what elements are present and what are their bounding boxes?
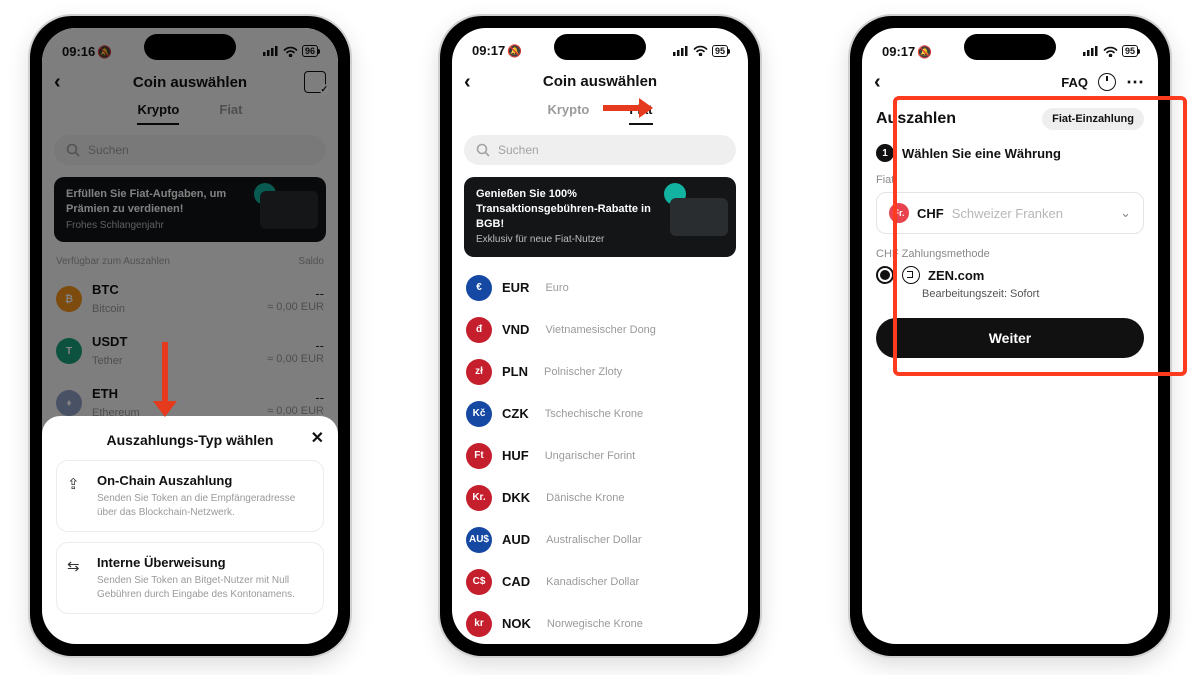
fiat-name: Dänische Krone xyxy=(546,492,624,504)
radio-icon xyxy=(876,266,894,284)
promo-card-graphic xyxy=(670,198,728,236)
history-icon[interactable] xyxy=(1098,73,1116,91)
fiat-row[interactable]: Ft HUF Ungarischer Forint xyxy=(452,435,748,477)
fiat-row[interactable]: AU$ AUD Australischer Dollar xyxy=(452,519,748,561)
payment-method-zen[interactable]: ZEN.com xyxy=(876,266,1144,284)
fiat-symbol: DKK xyxy=(502,490,530,505)
fiat-name: Euro xyxy=(545,282,568,294)
fiat-name: Ungarischer Forint xyxy=(545,450,635,462)
fiat-name: Australischer Dollar xyxy=(546,534,641,546)
search-placeholder: Suchen xyxy=(498,143,539,157)
currency-name: Schweizer Franken xyxy=(952,206,1063,221)
close-icon[interactable]: ✕ xyxy=(311,428,324,448)
faq-link[interactable]: FAQ xyxy=(1061,75,1088,90)
wifi-icon xyxy=(693,45,708,56)
fiat-icon: Kč xyxy=(466,401,492,427)
promo-card[interactable]: Genießen Sie 100% Transaktionsgebühren-R… xyxy=(464,177,736,257)
chf-icon: Fr. xyxy=(889,203,909,223)
option-internal-title: Interne Überweisung xyxy=(97,555,311,570)
transfer-icon: ⇆ xyxy=(67,557,80,575)
option-onchain[interactable]: ⇪ On-Chain Auszahlung Senden Sie Token a… xyxy=(56,460,324,532)
promo-title: Genießen Sie 100% Transaktionsgebühren-R… xyxy=(476,187,676,232)
phone-1: 09:16🔕 96 ‹ Coin auswählen xyxy=(30,16,350,656)
option-onchain-desc: Senden Sie Token an die Empfängeradresse… xyxy=(97,492,311,519)
fiat-icon: đ xyxy=(466,317,492,343)
battery-icon: 95 xyxy=(1122,45,1138,57)
fiat-symbol: VND xyxy=(502,322,529,337)
silent-icon: 🔕 xyxy=(507,44,522,58)
fiat-name: Tschechische Krone xyxy=(545,408,643,420)
fiat-name: Polnischer Zloty xyxy=(544,366,622,378)
tab-krypto[interactable]: Krypto xyxy=(547,102,589,125)
zen-logo-icon xyxy=(902,266,920,284)
coin-tabs: Krypto Fiat xyxy=(452,102,748,125)
battery-icon: 95 xyxy=(712,45,728,57)
fiat-icon: zł xyxy=(466,359,492,385)
option-internal-desc: Senden Sie Token an Bitget-Nutzer mit Nu… xyxy=(97,574,311,601)
method-name: ZEN.com xyxy=(928,268,984,283)
step-1-title: 1 Wählen Sie eine Währung xyxy=(876,144,1144,162)
chevron-down-icon: ⌄ xyxy=(1120,205,1131,221)
fiat-symbol: PLN xyxy=(502,364,528,379)
clock: 09:17 xyxy=(472,43,505,58)
withdraw-type-sheet: Auszahlungs-Typ wählen ✕ ⇪ On-Chain Ausz… xyxy=(42,416,338,644)
fiat-label: Fiat xyxy=(876,174,1144,186)
fiat-row[interactable]: C$ CAD Kanadischer Dollar xyxy=(452,561,748,603)
fiat-icon: kr xyxy=(466,611,492,637)
page-title: Coin auswählen xyxy=(543,73,657,90)
signal-icon xyxy=(673,46,689,56)
fiat-symbol: EUR xyxy=(502,280,529,295)
clock: 09:17 xyxy=(882,44,915,59)
fiat-row[interactable]: zł PLN Polnischer Zloty xyxy=(452,351,748,393)
fiat-icon: Ft xyxy=(466,443,492,469)
fiat-symbol: HUF xyxy=(502,448,529,463)
silent-icon: 🔕 xyxy=(917,45,932,59)
annotation-arrow-down xyxy=(153,342,177,417)
fiat-icon: AU$ xyxy=(466,527,492,553)
withdraw-heading: Auszahlen xyxy=(876,110,956,128)
fiat-row[interactable]: Kr. DKK Dänische Krone xyxy=(452,477,748,519)
fiat-icon: € xyxy=(466,275,492,301)
step-number-icon: 1 xyxy=(876,144,894,162)
fiat-symbol: NOK xyxy=(502,616,531,631)
step-1-label: Wählen Sie eine Währung xyxy=(902,146,1061,161)
signal-icon xyxy=(1083,46,1099,56)
fiat-row[interactable]: € EUR Euro xyxy=(452,267,748,309)
annotation-arrow-right xyxy=(603,98,653,118)
option-internal[interactable]: ⇆ Interne Überweisung Senden Sie Token a… xyxy=(56,542,324,614)
fiat-symbol: CZK xyxy=(502,406,529,421)
method-note: Bearbeitungszeit: Sofort xyxy=(922,288,1144,300)
deposit-pill[interactable]: Fiat-Einzahlung xyxy=(1042,108,1144,130)
dynamic-island xyxy=(964,34,1056,60)
upload-icon: ⇪ xyxy=(67,475,80,493)
promo-sub: Exklusiv für neue Fiat-Nutzer xyxy=(476,233,676,247)
fiat-icon: C$ xyxy=(466,569,492,595)
phone-3: 09:17🔕 95 ‹ FAQ ⋯ Auszahlen Fiat-E xyxy=(850,16,1170,656)
fiat-row[interactable]: kr NOK Norwegische Krone xyxy=(452,603,748,644)
method-label: CHF Zahlungsmethode xyxy=(876,248,1144,260)
currency-select[interactable]: Fr. CHF Schweizer Franken ⌄ xyxy=(876,192,1144,234)
fiat-icon: Kr. xyxy=(466,485,492,511)
fiat-name: Kanadischer Dollar xyxy=(546,576,639,588)
search-icon xyxy=(476,143,490,157)
back-icon[interactable]: ‹ xyxy=(874,72,881,92)
nav-header: ‹ Coin auswählen xyxy=(452,66,748,98)
fiat-name: Norwegische Krone xyxy=(547,618,643,630)
back-icon[interactable]: ‹ xyxy=(464,72,471,92)
search-input[interactable]: Suchen xyxy=(464,135,736,165)
dynamic-island xyxy=(554,34,646,60)
fiat-symbol: AUD xyxy=(502,532,530,547)
fiat-symbol: CAD xyxy=(502,574,530,589)
fiat-name: Vietnamesischer Dong xyxy=(545,324,655,336)
fiat-row[interactable]: đ VND Vietnamesischer Dong xyxy=(452,309,748,351)
currency-code: CHF xyxy=(917,206,944,221)
option-onchain-title: On-Chain Auszahlung xyxy=(97,473,311,488)
sheet-title: Auszahlungs-Typ wählen xyxy=(56,432,324,448)
wifi-icon xyxy=(1103,46,1118,57)
nav-header: ‹ FAQ ⋯ xyxy=(862,66,1158,98)
phone-2: 09:17🔕 95 ‹ Coin auswählen Krypto Fiat S… xyxy=(440,16,760,656)
continue-button[interactable]: Weiter xyxy=(876,318,1144,358)
fiat-row[interactable]: Kč CZK Tschechische Krone xyxy=(452,393,748,435)
dynamic-island xyxy=(144,34,236,60)
